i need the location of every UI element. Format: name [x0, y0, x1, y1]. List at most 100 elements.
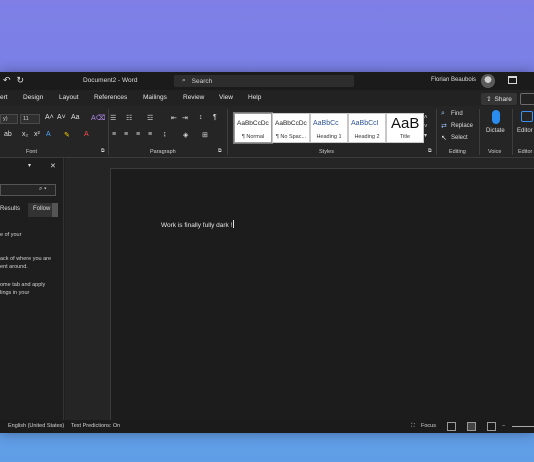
text-predictions-status[interactable]: Text Predictions: On: [71, 423, 120, 429]
print-layout-button[interactable]: [467, 422, 476, 431]
nav-help-text: ack of where you are: [0, 256, 52, 262]
font-group-label: Font: [26, 149, 38, 155]
text-effects-icon[interactable]: A: [46, 131, 51, 138]
sort-icon[interactable]: ↕: [199, 114, 203, 121]
voice-group-label: Voice: [488, 149, 502, 155]
language-status[interactable]: English (United States): [8, 423, 64, 429]
style-name: Heading 1: [316, 134, 342, 140]
paragraph-group-label: Paragraph: [150, 149, 176, 155]
grow-font-icon[interactable]: A˄: [45, 114, 54, 121]
replace-button[interactable]: Replace: [451, 123, 473, 129]
document-area: Work is finally fully dark !: [65, 158, 534, 428]
redo-icon[interactable]: ↻: [17, 75, 25, 86]
style-normal[interactable]: AaBbCcDc ¶ Normal: [233, 112, 273, 144]
user-name[interactable]: Florian Beaubois: [431, 77, 476, 83]
style-name: ¶ No Spac...: [275, 134, 307, 140]
select-button[interactable]: Select: [451, 135, 468, 141]
decrease-indent-icon[interactable]: ⇤: [171, 114, 177, 122]
pane-options-icon[interactable]: ▾: [28, 162, 31, 169]
web-layout-button[interactable]: [487, 422, 496, 431]
style-heading-2[interactable]: AaBbCcI Heading 2: [348, 113, 386, 143]
focus-button[interactable]: Focus: [421, 423, 436, 429]
tab-mailings[interactable]: Mailings: [143, 94, 167, 101]
superscript-icon[interactable]: x²: [34, 131, 40, 138]
chevron-up-icon[interactable]: ˄: [424, 114, 428, 123]
shrink-font-icon[interactable]: A˅: [57, 114, 66, 121]
word-window: ↶ ↻ Document2 - Word ⌕ Search Florian Be…: [0, 72, 534, 433]
change-case-icon[interactable]: Aa: [71, 114, 80, 121]
share-button[interactable]: ⇪ Share: [481, 93, 517, 105]
line-spacing-icon[interactable]: ↨: [163, 131, 167, 138]
tab-scroll-handle[interactable]: [52, 203, 58, 217]
gallery-scroll-controls[interactable]: ˄ ˅ ▾: [424, 114, 428, 141]
tab-view[interactable]: View: [219, 94, 233, 101]
tab-references[interactable]: References: [94, 94, 127, 101]
align-left-icon[interactable]: ≡: [112, 131, 116, 138]
more-styles-icon[interactable]: ▾: [424, 132, 428, 141]
read-mode-button[interactable]: [447, 422, 456, 431]
find-icon[interactable]: ⌕: [441, 110, 445, 118]
tab-layout[interactable]: Layout: [59, 94, 79, 101]
avatar[interactable]: [481, 74, 495, 88]
highlight-icon[interactable]: ✎: [64, 131, 70, 139]
font-color-icon[interactable]: A: [84, 131, 89, 138]
search-input[interactable]: ⌕ Search: [174, 75, 354, 87]
editor-button[interactable]: Editor: [517, 128, 533, 134]
styles-gallery: AaBbCcDc ¶ Normal AaBbCcDc ¶ No Spac... …: [232, 112, 424, 144]
document-page[interactable]: Work is finally fully dark !: [110, 168, 534, 428]
style-title[interactable]: AaB Title: [386, 113, 424, 143]
zoom-out-icon[interactable]: −: [502, 423, 505, 429]
tab-design[interactable]: Design: [23, 94, 43, 101]
font-name-box[interactable]: y): [0, 114, 18, 124]
search-icon: ⌕ ▾: [39, 186, 47, 192]
paragraph-dialog-launcher-icon[interactable]: ⧉: [218, 148, 222, 154]
ribbon-display-options-icon[interactable]: [508, 76, 517, 84]
clear-formatting-icon[interactable]: A⌫: [91, 114, 106, 122]
shading-icon[interactable]: ◈: [183, 131, 188, 139]
tab-help[interactable]: Help: [248, 94, 261, 101]
editor-group-label: Editor: [518, 149, 533, 155]
undo-icon[interactable]: ↶: [3, 75, 11, 86]
styles-dialog-launcher-icon[interactable]: ⧉: [428, 148, 432, 154]
multilevel-list-icon[interactable]: ☲: [147, 114, 153, 122]
style-no-spacing[interactable]: AaBbCcDc ¶ No Spac...: [272, 113, 310, 143]
select-icon[interactable]: ↖: [441, 134, 447, 142]
close-icon[interactable]: ✕: [50, 162, 56, 170]
chevron-down-icon[interactable]: ˅: [424, 123, 428, 132]
subscript-icon[interactable]: x₂: [22, 131, 28, 138]
tab-review[interactable]: Review: [183, 94, 204, 101]
divider: [108, 109, 109, 155]
dictate-button[interactable]: Dictate: [486, 128, 505, 134]
tab-results[interactable]: Results: [0, 206, 20, 212]
status-bar: English (United States) Text Predictions…: [0, 420, 534, 433]
title-bar: ↶ ↻ Document2 - Word ⌕ Search Florian Be…: [0, 72, 534, 90]
justify-icon[interactable]: ≡: [148, 131, 152, 138]
search-icon: ⌕: [182, 77, 186, 84]
increase-indent-icon[interactable]: ⇥: [182, 114, 188, 122]
styles-group-label: Styles: [319, 149, 334, 155]
editor-icon[interactable]: [521, 111, 533, 122]
focus-icon[interactable]: ⛶: [411, 423, 415, 430]
nav-help-text: lings in your: [0, 290, 30, 296]
show-marks-icon[interactable]: ¶: [213, 114, 217, 121]
document-body-text[interactable]: Work is finally fully dark !: [161, 220, 235, 229]
editing-group-label: Editing: [449, 149, 466, 155]
font-size-box[interactable]: 11: [20, 114, 40, 124]
navigation-search-input[interactable]: ⌕ ▾: [0, 184, 56, 196]
font-dialog-launcher-icon[interactable]: ⧉: [101, 148, 105, 154]
align-center-icon[interactable]: ≡: [124, 131, 128, 138]
strikethrough-icon[interactable]: ab: [4, 131, 12, 138]
replace-icon[interactable]: ⇄: [441, 122, 447, 130]
comments-button[interactable]: [520, 93, 534, 105]
align-right-icon[interactable]: ≡: [136, 131, 140, 138]
zoom-slider[interactable]: [512, 426, 534, 427]
numbering-icon[interactable]: ☷: [126, 114, 132, 122]
style-heading-1[interactable]: AaBbCc Heading 1: [310, 113, 348, 143]
borders-icon[interactable]: ⊞: [202, 131, 208, 139]
style-sample: AaBbCcI: [351, 120, 379, 127]
tab-insert[interactable]: ert: [0, 94, 8, 101]
microphone-icon[interactable]: [492, 110, 500, 124]
bullets-icon[interactable]: ☰: [110, 114, 116, 122]
tab-follow[interactable]: Follow: [33, 206, 50, 212]
find-button[interactable]: Find: [451, 111, 463, 117]
